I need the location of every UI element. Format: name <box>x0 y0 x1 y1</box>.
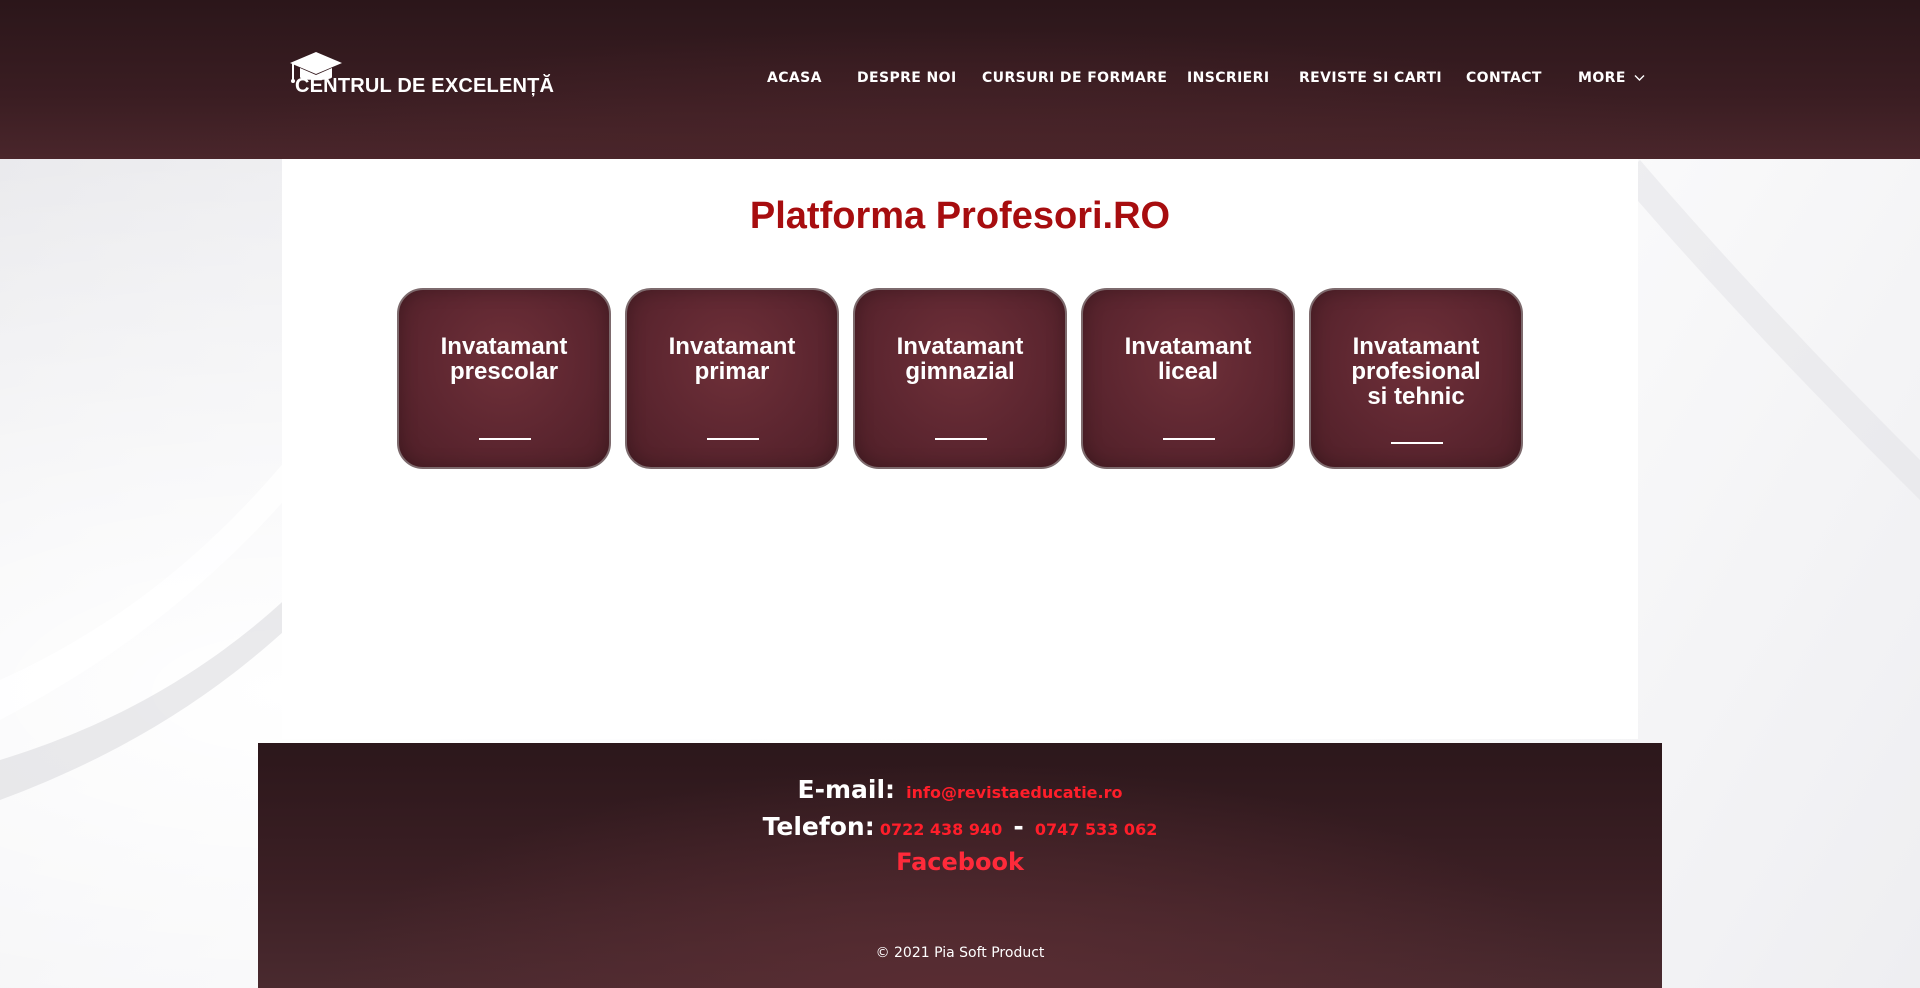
nav-item-contact[interactable]: CONTACT <box>1466 70 1542 86</box>
email-label: E-mail: <box>797 775 896 804</box>
card-title: Invatamant prescolar <box>440 333 568 385</box>
page-title: Platforma Profesori.RO <box>749 195 1171 237</box>
main-nav: ACASA DESPRE NOI CURSURI DE FORMARE INSC… <box>0 70 1920 90</box>
facebook-link[interactable]: Facebook <box>896 848 1024 876</box>
phone-number-2[interactable]: 0747 533 062 <box>1035 820 1157 839</box>
card-gimnazial[interactable]: Invatamant gimnazial <box>853 288 1067 469</box>
footer-facebook-row: Facebook <box>258 848 1662 876</box>
footer-email-row: E-mail: info@revistaeducatie.ro <box>258 775 1662 804</box>
phone-separator: - <box>1013 812 1024 841</box>
nav-item-acasa[interactable]: ACASA <box>767 70 822 86</box>
nav-item-cursuri[interactable]: CURSURI DE FORMARE <box>982 70 1167 86</box>
card-title: Invatamant profesional si tehnic <box>1351 333 1481 410</box>
card-divider <box>479 438 531 440</box>
card-primar[interactable]: Invatamant primar <box>625 288 839 469</box>
footer-copyright-row: © 2021 Pia Soft Product <box>258 942 1662 961</box>
card-title: Invatamant primar <box>668 333 796 385</box>
card-divider <box>1163 438 1215 440</box>
card-prescolar[interactable]: Invatamant prescolar <box>397 288 611 469</box>
card-divider <box>707 438 759 440</box>
card-divider <box>935 438 987 440</box>
email-link[interactable]: info@revistaeducatie.ro <box>906 783 1122 802</box>
phone-label: Telefon: <box>762 812 875 841</box>
card-title: Invatamant liceal <box>1124 333 1252 385</box>
chevron-down-icon <box>1634 75 1645 81</box>
content-panel: Platforma Profesori.RO Invatamant presco… <box>282 159 1638 739</box>
site-footer: E-mail: info@revistaeducatie.ro Telefon:… <box>258 743 1662 988</box>
card-divider <box>1391 442 1443 444</box>
site-header: CENTRUL DE EXCELENȚĂ ACASA DESPRE NOI CU… <box>0 0 1920 159</box>
nav-item-reviste[interactable]: REVISTE SI CARTI <box>1299 70 1442 86</box>
nav-item-more[interactable]: MORE <box>1578 70 1645 86</box>
card-liceal[interactable]: Invatamant liceal <box>1081 288 1295 469</box>
footer-phone-row: Telefon: 0722 438 940 - 0747 533 062 <box>258 812 1662 841</box>
card-title: Invatamant gimnazial <box>896 333 1024 385</box>
nav-item-inscrieri[interactable]: INSCRIERI <box>1187 70 1269 86</box>
nav-more-label: MORE <box>1578 70 1626 86</box>
card-profesional-tehnic[interactable]: Invatamant profesional si tehnic <box>1309 288 1523 469</box>
phone-number-1[interactable]: 0722 438 940 <box>880 820 1002 839</box>
nav-item-despre-noi[interactable]: DESPRE NOI <box>857 70 957 86</box>
copyright-text: © 2021 Pia Soft Product <box>875 945 1045 961</box>
